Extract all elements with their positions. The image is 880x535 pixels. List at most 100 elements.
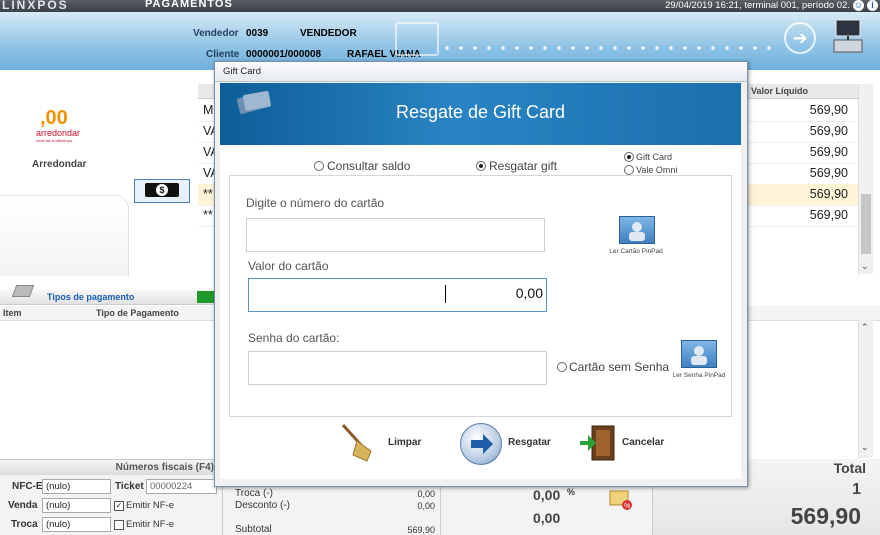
- desconto-label: Desconto (-): [235, 500, 291, 511]
- total-label: Total: [833, 460, 866, 476]
- exit-door-icon: [578, 423, 618, 463]
- ticket-label: Ticket: [115, 481, 144, 492]
- consultar-saldo-label[interactable]: Consultar saldo: [327, 159, 410, 173]
- card-icon: [11, 285, 35, 297]
- row-prefix: **: [203, 208, 213, 222]
- gift-card-type-radio[interactable]: [624, 152, 634, 162]
- nfce-field[interactable]: (nulo): [42, 479, 111, 494]
- password-input[interactable]: [248, 351, 547, 385]
- logo-sub: você faz a diferença: [36, 138, 72, 143]
- chevron-up-icon[interactable]: ⌃: [861, 322, 869, 333]
- col-payment-type: Tipo de Pagamento: [96, 308, 179, 318]
- vale-omni-label[interactable]: Vale Omni: [636, 165, 677, 175]
- row-net-value: 569,90: [809, 145, 848, 159]
- subtotal-label: Subtotal: [235, 524, 272, 535]
- percent-summary: 0,00 % 0,00 %: [440, 483, 653, 535]
- cancelar-button[interactable]: Cancelar: [578, 423, 678, 467]
- no-password-radio[interactable]: [557, 362, 567, 372]
- emitir-nfe-venda-checkbox[interactable]: ✓: [114, 501, 124, 511]
- status-info: 29/04/2019 16:21, terminal 001, período …: [665, 0, 850, 11]
- read-password-pinpad-button[interactable]: [681, 340, 717, 368]
- emitir-nfe-troca-label: Emitir NF-e: [126, 519, 175, 530]
- banknote-icon: $: [145, 183, 179, 197]
- payment-status-bar: [197, 291, 215, 303]
- consultar-saldo-radio[interactable]: [314, 161, 324, 171]
- dialog-title: Gift Card: [223, 66, 262, 77]
- coupon-icon[interactable]: %: [608, 489, 634, 513]
- row-net-value: 569,90: [809, 166, 848, 180]
- left-panel: ,00 arredondar você faz a diferença Arre…: [0, 70, 198, 290]
- fiscal-header-label: Números fiscais (F4): [115, 462, 214, 473]
- col-item: Item: [3, 308, 22, 318]
- round-label: Arredondar: [32, 159, 87, 170]
- logo-text: arredondar: [36, 128, 81, 138]
- header-decoration: [395, 22, 439, 56]
- module-title: PAGAMENTOS: [145, 0, 233, 10]
- arredondar-logo: ,00 arredondar você faz a diferença: [36, 108, 80, 143]
- logo-value: ,00: [40, 107, 68, 129]
- emitir-nfe-venda-label: Emitir NF-e: [126, 500, 175, 511]
- fiscal-panel: NFC-E (nulo) Ticket 00000224 Venda (nulo…: [0, 475, 222, 535]
- fiscal-numbers-header[interactable]: Números fiscais (F4): [0, 459, 222, 475]
- card-value-label: Valor do cartão: [248, 259, 329, 273]
- svg-text:%: %: [624, 503, 630, 510]
- troca-field[interactable]: (nulo): [42, 517, 111, 532]
- emitir-nfe-troca-checkbox[interactable]: [114, 520, 124, 530]
- read-card-pinpad-label: Ler Cartão PinPad: [609, 248, 663, 255]
- subtotal-value: 569,90: [407, 525, 435, 535]
- info-icon[interactable]: i: [867, 0, 878, 11]
- resgatar-gift-label[interactable]: Resgatar gift: [489, 159, 557, 173]
- round-card[interactable]: [0, 195, 129, 276]
- payment-types-header: Tipos de pagamento: [0, 285, 215, 305]
- chevron-down-icon[interactable]: ⌄: [861, 261, 869, 272]
- limpar-label: Limpar: [388, 437, 422, 448]
- vale-omni-radio[interactable]: [624, 165, 634, 175]
- resgatar-button[interactable]: Resgatar: [460, 423, 560, 467]
- vendedor-name: VENDEDOR: [300, 28, 357, 39]
- items-scrollbar[interactable]: ⌄: [858, 84, 873, 274]
- payment-types-title: Tipos de pagamento: [47, 292, 135, 302]
- total-count: 1: [852, 481, 861, 498]
- card-value-input[interactable]: 0,00: [248, 278, 547, 312]
- net-value-column: Valor Líquido: [750, 86, 808, 96]
- percent-symbol: %: [567, 487, 576, 497]
- read-card-pinpad-button[interactable]: [619, 216, 655, 244]
- resgatar-label: Resgatar: [508, 437, 551, 448]
- dialog-banner: Resgate de Gift Card: [220, 83, 741, 145]
- user-icon[interactable]: ☺: [853, 0, 864, 11]
- chevron-down-icon[interactable]: ⌄: [861, 442, 869, 453]
- card-number-input[interactable]: [246, 218, 545, 252]
- password-label: Senha do cartão:: [248, 331, 340, 345]
- payment-scrollbar[interactable]: ⌃ ⌄: [858, 320, 873, 458]
- second-value: 0,00: [533, 510, 561, 526]
- cliente-label: Cliente: [206, 49, 240, 60]
- card-value-text: 0,00: [515, 285, 543, 301]
- cliente-code: 0000001/000008: [246, 49, 322, 60]
- row-net-value: 569,90: [809, 187, 848, 201]
- venda-field[interactable]: (nulo): [42, 498, 111, 513]
- header-dots-decoration: [440, 45, 780, 51]
- resgatar-gift-radio[interactable]: [476, 161, 486, 171]
- troca-label: Troca: [11, 519, 38, 530]
- vendedor-label: Vendedor: [193, 28, 239, 39]
- row-prefix: **: [203, 187, 213, 201]
- title-bar: LINXPOS PAGAMENTOS 29/04/2019 16:21, ter…: [0, 0, 880, 12]
- dialog-body: Consultar saldo Resgatar gift Gift Card …: [220, 145, 741, 479]
- ticket-field[interactable]: 00000224: [146, 479, 217, 494]
- total-value: 569,90: [790, 503, 861, 529]
- no-password-label[interactable]: Cartão sem Senha: [569, 360, 669, 374]
- gift-card-type-label[interactable]: Gift Card: [636, 152, 672, 162]
- nfce-label: NFC-E: [12, 481, 43, 492]
- cancelar-label: Cancelar: [622, 437, 665, 448]
- gift-card-dialog: Gift Card Resgate de Gift Card Consultar…: [214, 61, 748, 487]
- text-cursor: [445, 285, 446, 303]
- cash-payment-button[interactable]: $: [134, 179, 190, 203]
- desconto-value: 0,00: [417, 501, 435, 511]
- arrow-right-icon: [460, 423, 502, 465]
- limpar-button[interactable]: Limpar: [337, 421, 429, 465]
- percent-value: 0,00: [533, 487, 561, 503]
- arrow-right-icon: ➔: [784, 22, 816, 54]
- cash-register-icon: [830, 16, 866, 56]
- row-net-value: 569,90: [809, 124, 848, 138]
- scrollbar-thumb[interactable]: [861, 194, 871, 254]
